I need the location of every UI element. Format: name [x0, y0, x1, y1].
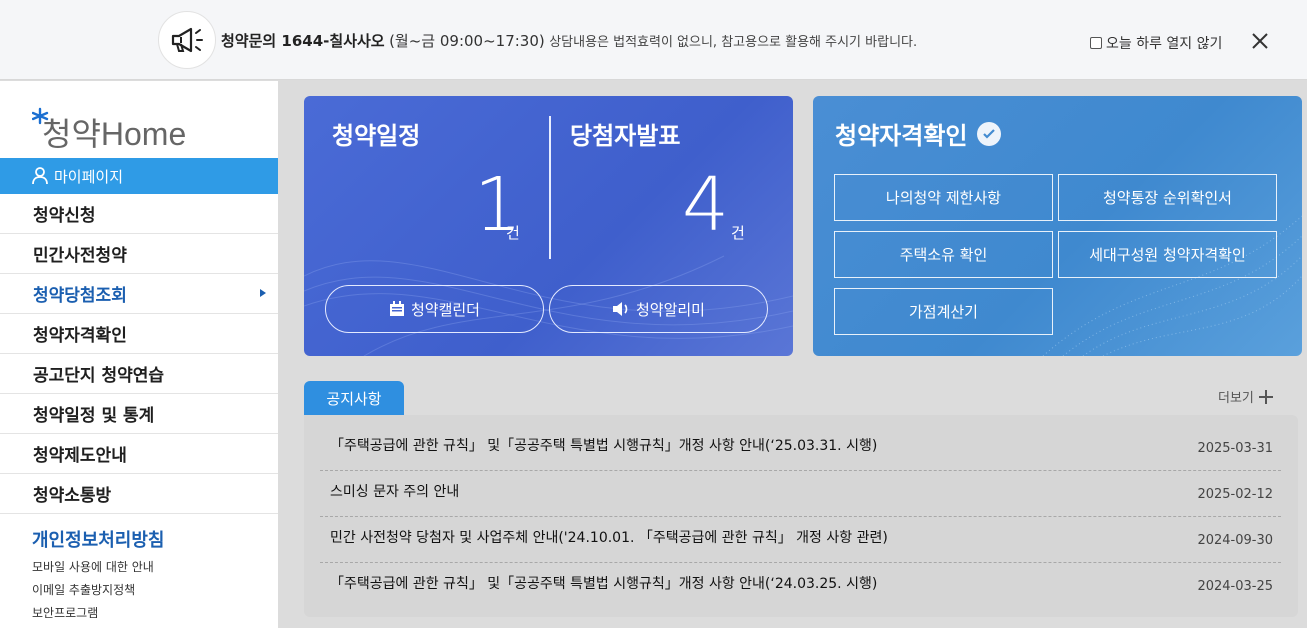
sidebar-menu: 청약신청 민간사전청약 청약당첨조회 청약자격확인 공고단지 청약연습 청약일정… — [0, 194, 278, 514]
hours-label: (월~금 09:00~17:30) — [389, 32, 545, 50]
qualification-title: 청약자격확인 — [835, 116, 1002, 151]
phone-label: 청약문의 1644-칠사사오 — [221, 32, 385, 50]
sidebar-item-winner-lookup[interactable]: 청약당첨조회 — [0, 274, 278, 314]
not-today-checkbox[interactable]: 오늘 하루 열지 않기 — [1090, 33, 1222, 53]
check-circle-icon — [977, 121, 1002, 146]
sidebar-item-label: 청약일정 및 통계 — [33, 406, 155, 426]
notice-title[interactable]: 민간 사전청약 당첨자 및 사업주체 안내('24.10.01. 「주택공급에 … — [330, 527, 888, 547]
alarm-button-label: 청약알리미 — [635, 300, 705, 319]
bankbook-rank-button[interactable]: 청약통장 순위확인서 — [1058, 174, 1277, 221]
notice-description: 상담내용은 법적효력이 없으니, 참고용으로 활용해 주시기 바랍니다. — [549, 35, 918, 50]
logo-text: 청약Home — [42, 116, 186, 151]
notice-date: 2025-02-12 — [1197, 487, 1273, 502]
sidebar-item-label: 청약소통방 — [33, 486, 112, 506]
sidebar-item-qualification[interactable]: 청약자격확인 — [0, 314, 278, 354]
notice-title[interactable]: 「주택공급에 관한 규칙」 및「공공주택 특별법 시행규칙」개정 사항 안내(‘… — [330, 573, 877, 593]
security-program-link[interactable]: 보안프로그램 — [32, 602, 154, 625]
sidebar-item-label: 청약당첨조회 — [33, 286, 127, 306]
more-link[interactable]: 더보기 — [1218, 387, 1274, 406]
notice-title[interactable]: 스미싱 문자 주의 안내 — [330, 481, 459, 501]
schedule-title: 청약일정 — [332, 122, 421, 150]
notice-date: 2025-03-31 — [1197, 441, 1273, 456]
list-item[interactable]: 「주택공급에 관한 규칙」 및「공공주택 특별법 시행규칙」개정 사항 안내(‘… — [320, 563, 1281, 609]
plus-icon — [1258, 389, 1273, 404]
checkbox-box[interactable] — [1090, 37, 1102, 49]
triangle-right-icon — [260, 289, 266, 297]
sidebar-item-label: 청약제도안내 — [33, 446, 127, 466]
sidebar-item-community[interactable]: 청약소통방 — [0, 474, 278, 514]
mobile-guide-link[interactable]: 모바일 사용에 대한 안내 — [32, 556, 154, 579]
calendar-icon — [389, 301, 404, 316]
schedule-card: 청약일정 당첨자발표 1 건 4 건 청약캘린더 청약알리미 — [304, 96, 793, 356]
calendar-button[interactable]: 청약캘린더 — [325, 285, 544, 333]
list-item[interactable]: 스미싱 문자 주의 안내 2025-02-12 — [320, 471, 1281, 517]
schedule-unit: 건 — [506, 224, 520, 242]
sidebar: 청약Home 마이페이지 청약신청 민간사전청약 청약당첨조회 청약자격확인 공… — [0, 81, 278, 628]
more-label: 더보기 — [1218, 391, 1254, 406]
notice-title[interactable]: 「주택공급에 관한 규칙」 및「공공주택 특별법 시행규칙」개정 사항 안내(‘… — [330, 435, 877, 455]
sidebar-item-label: 청약신청 — [33, 206, 96, 226]
sidebar-item-apply[interactable]: 청약신청 — [0, 194, 278, 234]
list-item[interactable]: 민간 사전청약 당첨자 및 사업주체 안내('24.10.01. 「주택공급에 … — [320, 517, 1281, 563]
winner-count[interactable]: 4 — [682, 168, 729, 242]
sidebar-item-label: 민간사전청약 — [33, 246, 127, 266]
notice-list: 「주택공급에 관한 규칙」 및「공공주택 특별법 시행규칙」개정 사항 안내(‘… — [304, 415, 1298, 617]
email-policy-link[interactable]: 이메일 추출방지정책 — [32, 579, 154, 602]
sidebar-item-system-guide[interactable]: 청약제도안내 — [0, 434, 278, 474]
notice-date: 2024-09-30 — [1197, 533, 1273, 548]
card-divider — [549, 116, 551, 259]
winner-title: 당첨자발표 — [570, 122, 681, 150]
sidebar-item-schedule-stats[interactable]: 청약일정 및 통계 — [0, 394, 278, 434]
notice-text: 청약문의 1644-칠사사오 (월~금 09:00~17:30) 상담내용은 법… — [221, 30, 917, 51]
notice-bar: 청약문의 1644-칠사사오 (월~금 09:00~17:30) 상담내용은 법… — [0, 0, 1307, 80]
privacy-policy-link[interactable]: 개인정보처리방침 — [32, 526, 164, 552]
close-icon[interactable] — [1250, 31, 1270, 51]
sidebar-item-label: 공고단지 청약연습 — [33, 366, 165, 386]
tab-notices[interactable]: 공지사항 — [304, 381, 404, 415]
mypage-button[interactable]: 마이페이지 — [0, 158, 278, 194]
my-restrictions-button[interactable]: 나의청약 제한사항 — [834, 174, 1053, 221]
qualification-title-text: 청약자격확인 — [835, 122, 968, 150]
sidebar-item-label: 청약자격확인 — [33, 326, 127, 346]
megaphone-icon — [158, 11, 216, 69]
logo[interactable]: 청약Home — [31, 107, 207, 152]
mypage-label: 마이페이지 — [54, 167, 124, 186]
speaker-icon — [612, 302, 628, 316]
footer-links: 모바일 사용에 대한 안내 이메일 추출방지정책 보안프로그램 — [32, 556, 154, 625]
notice-date: 2024-03-25 — [1197, 579, 1273, 594]
person-icon — [32, 167, 48, 185]
house-ownership-button[interactable]: 주택소유 확인 — [834, 231, 1053, 278]
household-qualification-button[interactable]: 세대구성원 청약자격확인 — [1058, 231, 1277, 278]
list-item[interactable]: 「주택공급에 관한 규칙」 및「공공주택 특별법 시행규칙」개정 사항 안내(‘… — [320, 425, 1281, 471]
alarm-button[interactable]: 청약알리미 — [549, 285, 768, 333]
sidebar-item-private-pre-apply[interactable]: 민간사전청약 — [0, 234, 278, 274]
qualification-card: 청약자격확인 나의청약 제한사항 청약통장 순위확인서 주택소유 확인 세대구성… — [813, 96, 1302, 356]
calendar-button-label: 청약캘린더 — [410, 300, 480, 319]
score-calculator-button[interactable]: 가점계산기 — [834, 288, 1053, 335]
not-today-label: 오늘 하루 열지 않기 — [1106, 36, 1223, 52]
sidebar-item-practice[interactable]: 공고단지 청약연습 — [0, 354, 278, 394]
winner-unit: 건 — [731, 224, 745, 242]
